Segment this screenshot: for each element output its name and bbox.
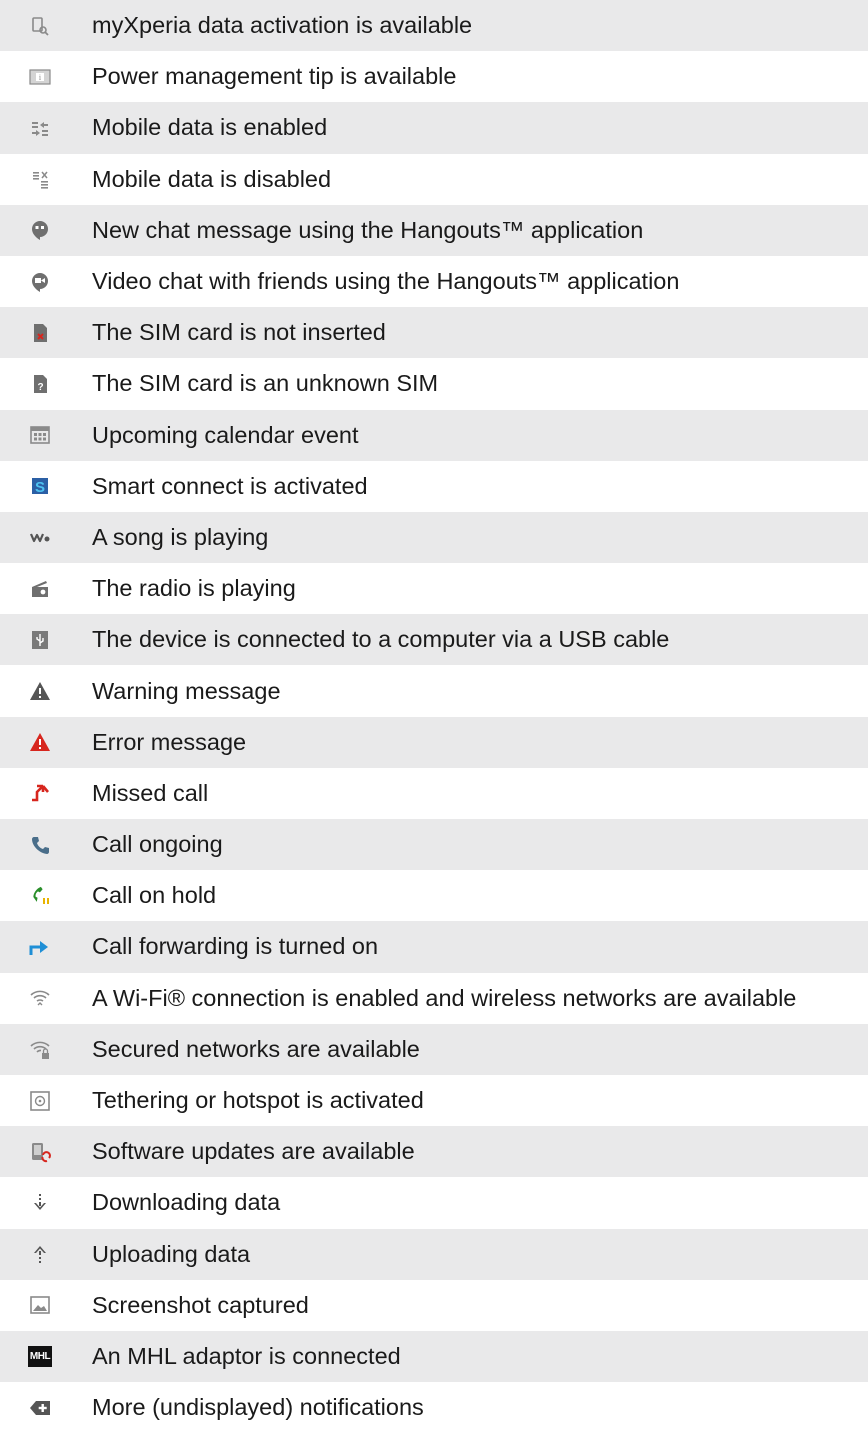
table-row: i Power management tip is available xyxy=(0,51,868,102)
table-row: The SIM card is not inserted xyxy=(0,307,868,359)
table-row: Error message xyxy=(0,716,868,768)
table-row: Downloading data xyxy=(0,1177,868,1228)
row-description: The SIM card is an unknown SIM xyxy=(92,370,439,397)
row-description: Error message xyxy=(80,716,868,768)
table-row: Screenshot captured xyxy=(0,1280,868,1331)
mobile-data-enabled-icon xyxy=(0,102,80,154)
row-description: Downloading data xyxy=(92,1189,281,1216)
table-row: More (undisplayed) notifications xyxy=(0,1382,868,1433)
wifi-icon xyxy=(0,973,80,1024)
myxperia-icon xyxy=(0,0,80,52)
table-row: A Wi-Fi® connection is enabled and wirel… xyxy=(0,973,868,1024)
table-row: ? The SIM card is an unknown SIM xyxy=(0,358,868,409)
row-description: Mobile data is disabled xyxy=(92,165,332,192)
hangouts-video-icon xyxy=(0,256,80,307)
table-row: Call forwarding is turned on xyxy=(0,921,868,973)
table-row: Missed call xyxy=(0,768,868,819)
row-description: Screenshot captured xyxy=(92,1291,309,1318)
table-row: A song is playing xyxy=(0,511,868,564)
table-row: Warning message xyxy=(0,665,868,716)
row-description: An MHL adaptor is connected xyxy=(80,1330,868,1383)
software-update-icon xyxy=(0,1126,80,1178)
row-description: Upcoming calendar event xyxy=(80,409,868,461)
wifi-secured-icon xyxy=(0,1023,80,1075)
row-description: Secured networks are available xyxy=(80,1023,868,1075)
row-description: Video chat with friends using the Hangou… xyxy=(92,268,680,295)
row-description: Missed call xyxy=(92,779,209,806)
call-ongoing-icon xyxy=(0,819,80,871)
row-description: A Wi-Fi® connection is enabled and wirel… xyxy=(92,984,797,1011)
row-description: A song is playing xyxy=(80,511,868,564)
missed-call-icon xyxy=(0,768,80,819)
row-description: Uploading data xyxy=(80,1228,868,1280)
row-description: More (undisplayed) notifications xyxy=(92,1394,424,1421)
row-description: Call forwarding is turned on xyxy=(80,921,868,973)
row-description: Software updates are available xyxy=(80,1126,868,1178)
row-description: Call on hold xyxy=(92,882,217,909)
notification-icons-table: myXperia data activation is available i Po… xyxy=(0,0,868,1433)
download-icon xyxy=(0,1177,80,1228)
sim-unknown-icon: ? xyxy=(0,358,80,409)
smart-connect-icon: S xyxy=(0,461,80,512)
table-row: The radio is playing xyxy=(0,563,868,614)
row-description: New chat message using the Hangouts™ app… xyxy=(80,204,868,256)
mhl-icon: MHL xyxy=(0,1330,80,1383)
radio-icon xyxy=(0,563,80,614)
table-row: The device is connected to a computer vi… xyxy=(0,614,868,666)
table-row: Upcoming calendar event xyxy=(0,409,868,461)
walkman-icon xyxy=(0,511,80,564)
table-row: Mobile data is enabled xyxy=(0,102,868,154)
row-description: Mobile data is enabled xyxy=(80,102,868,154)
more-notifications-icon xyxy=(0,1382,80,1433)
mobile-data-disabled-icon xyxy=(0,154,80,205)
table-row: New chat message using the Hangouts™ app… xyxy=(0,204,868,256)
table-row: Software updates are available xyxy=(0,1126,868,1178)
table-row: Tethering or hotspot is activated xyxy=(0,1075,868,1126)
warning-icon xyxy=(0,665,80,716)
svg-text:S: S xyxy=(35,479,45,496)
table-row: Uploading data xyxy=(0,1228,868,1280)
power-tip-icon: i xyxy=(0,51,80,102)
row-description: Power management tip is available xyxy=(92,63,457,90)
table-row: MHL An MHL adaptor is connected xyxy=(0,1330,868,1383)
upload-icon xyxy=(0,1228,80,1280)
table-row: Call on hold xyxy=(0,870,868,921)
table-row: S Smart connect is activated xyxy=(0,461,868,512)
hangouts-chat-icon xyxy=(0,204,80,256)
row-description: The radio is playing xyxy=(92,575,296,602)
row-description: Smart connect is activated xyxy=(92,472,368,499)
row-description: The device is connected to a computer vi… xyxy=(80,614,868,666)
call-forward-icon xyxy=(0,921,80,973)
table-row: Video chat with friends using the Hangou… xyxy=(0,256,868,307)
row-description: Call ongoing xyxy=(80,819,868,871)
row-description: The SIM card is not inserted xyxy=(80,307,868,359)
table-row: Call ongoing xyxy=(0,819,868,871)
row-description: Tethering or hotspot is activated xyxy=(92,1087,424,1114)
table-row: myXperia data activation is available xyxy=(0,0,868,52)
tethering-icon xyxy=(0,1075,80,1126)
usb-icon xyxy=(0,614,80,666)
mhl-icon-label: MHL xyxy=(27,1345,53,1367)
svg-text:?: ? xyxy=(37,382,43,393)
calendar-icon xyxy=(0,409,80,461)
table-row: Mobile data is disabled xyxy=(0,154,868,205)
table-row: Secured networks are available xyxy=(0,1023,868,1075)
screenshot-icon xyxy=(0,1280,80,1331)
sim-not-inserted-icon xyxy=(0,307,80,359)
row-description: Warning message xyxy=(92,677,281,704)
error-icon xyxy=(0,716,80,768)
call-hold-icon xyxy=(0,870,80,921)
row-description: myXperia data activation is available xyxy=(80,0,868,52)
